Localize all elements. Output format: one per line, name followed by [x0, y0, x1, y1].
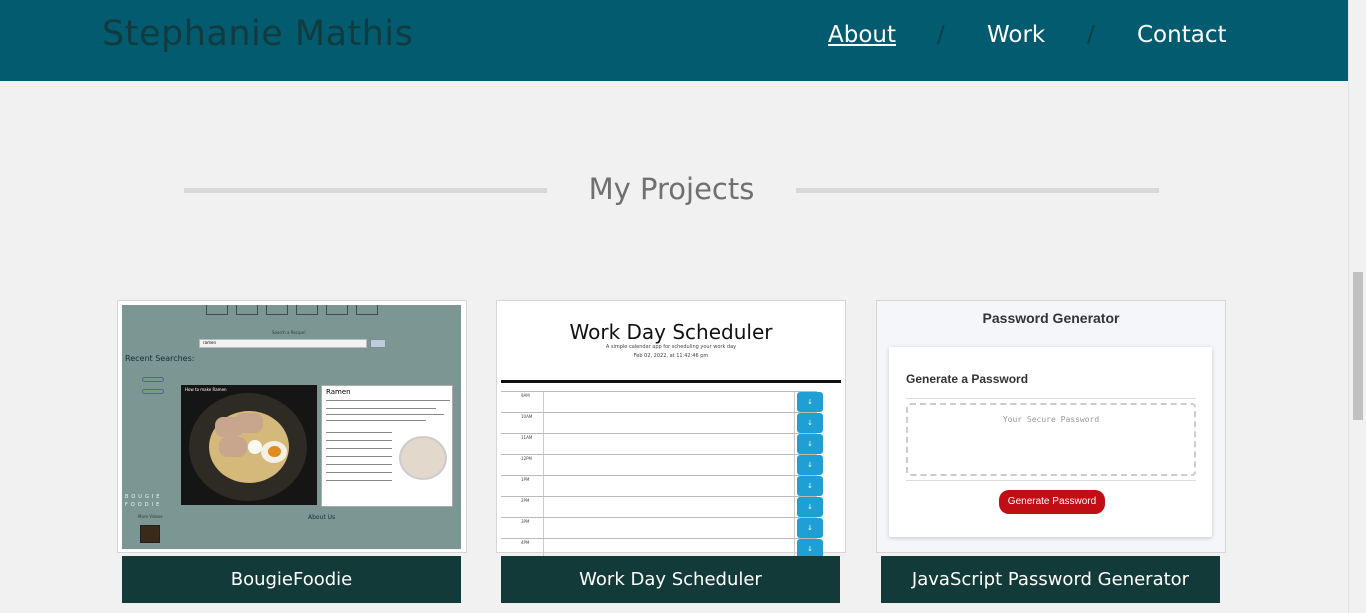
about-us-heading: About Us — [308, 514, 336, 521]
nav-link-contact[interactable]: Contact — [1137, 22, 1226, 48]
scheduler-date: Feb 02, 2022, at 11:42:46 pm — [633, 353, 709, 359]
time-block-row: 9AM ↓ — [501, 391, 823, 412]
video-player: How to make Ramen — [181, 385, 317, 505]
ramen-image — [399, 436, 447, 480]
save-icon: ↓ — [797, 434, 823, 454]
wiki-title: Ramen — [326, 388, 351, 396]
text-line — [326, 464, 392, 465]
save-icon: ↓ — [797, 392, 823, 412]
text-line — [326, 456, 392, 457]
hour-label: 9AM — [521, 393, 530, 398]
text-line — [326, 408, 436, 409]
password-generator-title: Password Generator — [982, 310, 1120, 326]
project-card-work-day-scheduler[interactable]: Work Day Scheduler A simple calendar app… — [496, 300, 846, 559]
project-screenshot[interactable]: Search a Recipe! ramen Recent Searches: … — [122, 305, 461, 549]
social-icons — [206, 305, 378, 315]
video-thumbnail — [140, 525, 160, 543]
recent-searches-heading: Recent Searches: — [125, 354, 195, 363]
recent-search-pill — [142, 377, 164, 382]
nav-separator: / — [1087, 22, 1095, 48]
generate-password-button: Generate Password — [999, 490, 1105, 514]
password-generator-screenshot: Password Generator Generate a Password Y… — [877, 301, 1225, 552]
site-logo: BOUGIE FOODIE — [125, 494, 163, 508]
save-icon: ↓ — [797, 518, 823, 538]
project-caption-password-generator[interactable]: JavaScript Password Generator — [881, 556, 1220, 603]
icon-box — [236, 305, 258, 315]
wiki-panel: Ramen — [321, 385, 453, 507]
ramen-bowl — [189, 393, 307, 501]
hour-label: 4PM — [521, 540, 530, 545]
time-block-row: 10AM ↓ — [501, 412, 823, 433]
chashu-slice — [235, 413, 263, 433]
password-card: Generate a Password Your Secure Password… — [889, 347, 1212, 537]
title-divider-right — [796, 188, 1159, 193]
project-card-bougiefoodie[interactable]: Search a Recipe! ramen Recent Searches: … — [117, 300, 467, 553]
event-textarea — [543, 476, 795, 496]
save-icon: ↓ — [797, 497, 823, 517]
icon-box — [266, 305, 288, 315]
recent-search-pill — [142, 389, 164, 394]
text-line — [326, 400, 450, 401]
nav-link-about[interactable]: About — [828, 22, 896, 48]
text-line — [326, 448, 392, 449]
icon-box — [296, 305, 318, 315]
scrollbar-thumb[interactable] — [1353, 272, 1363, 420]
hour-label: 3PM — [521, 519, 530, 524]
section-title: My Projects — [588, 172, 755, 206]
icon-box — [356, 305, 378, 315]
brand-name[interactable]: Stephanie Mathis — [102, 14, 413, 54]
text-line — [326, 432, 392, 433]
password-card-heading: Generate a Password — [906, 372, 1029, 386]
scheduler-divider — [501, 380, 841, 383]
text-line — [326, 414, 444, 415]
text-line — [326, 480, 392, 481]
search-label: Search a Recipe! — [272, 330, 306, 335]
video-title: How to make Ramen — [185, 387, 227, 392]
save-icon: ↓ — [797, 476, 823, 496]
icon-box — [326, 305, 348, 315]
search-button — [370, 339, 386, 348]
event-textarea — [543, 518, 795, 538]
hour-label: 1PM — [521, 477, 530, 482]
project-card-password-generator[interactable]: Password Generator Generate a Password Y… — [876, 300, 1226, 553]
event-textarea — [543, 497, 795, 517]
nav-separator: / — [937, 22, 945, 48]
project-caption-work-day-scheduler[interactable]: Work Day Scheduler — [501, 556, 840, 603]
time-block-row: 2PM ↓ — [501, 496, 823, 517]
egg-yolk — [268, 446, 281, 457]
divider — [906, 480, 1196, 481]
chashu-slice — [219, 437, 247, 457]
time-block-row: 3PM ↓ — [501, 517, 823, 538]
title-divider-left — [184, 188, 547, 193]
time-block-row: 12PM ↓ — [501, 454, 823, 475]
time-block-row: 1PM ↓ — [501, 475, 823, 496]
hour-label: 2PM — [521, 498, 530, 503]
icon-box — [206, 305, 228, 315]
event-textarea — [543, 455, 795, 475]
scheduler-title: Work Day Scheduler — [569, 320, 773, 344]
save-icon: ↓ — [797, 413, 823, 433]
event-textarea — [543, 413, 795, 433]
project-caption-bougiefoodie[interactable]: BougieFoodie — [122, 556, 461, 603]
hour-label: 10AM — [521, 414, 533, 419]
nav-link-work[interactable]: Work — [987, 22, 1045, 48]
hour-label: 12PM — [521, 456, 532, 461]
text-line — [326, 472, 392, 473]
play-icon — [248, 440, 262, 454]
hour-label: 11AM — [521, 435, 533, 440]
event-textarea — [543, 392, 795, 412]
save-icon: ↓ — [797, 455, 823, 475]
site-header: Stephanie Mathis About / Work / Contact — [0, 0, 1348, 81]
password-textarea: Your Secure Password — [906, 403, 1196, 476]
event-textarea — [543, 434, 795, 454]
text-line — [326, 440, 392, 441]
scheduler-subtitle: A simple calendar app for scheduling you… — [605, 344, 737, 350]
time-block-row: 11AM ↓ — [501, 433, 823, 454]
text-line — [326, 420, 426, 421]
search-input: ramen — [199, 339, 367, 348]
more-videos-label: More Videos — [138, 514, 163, 519]
divider — [906, 398, 1196, 399]
page-scrollbar[interactable] — [1348, 0, 1366, 613]
